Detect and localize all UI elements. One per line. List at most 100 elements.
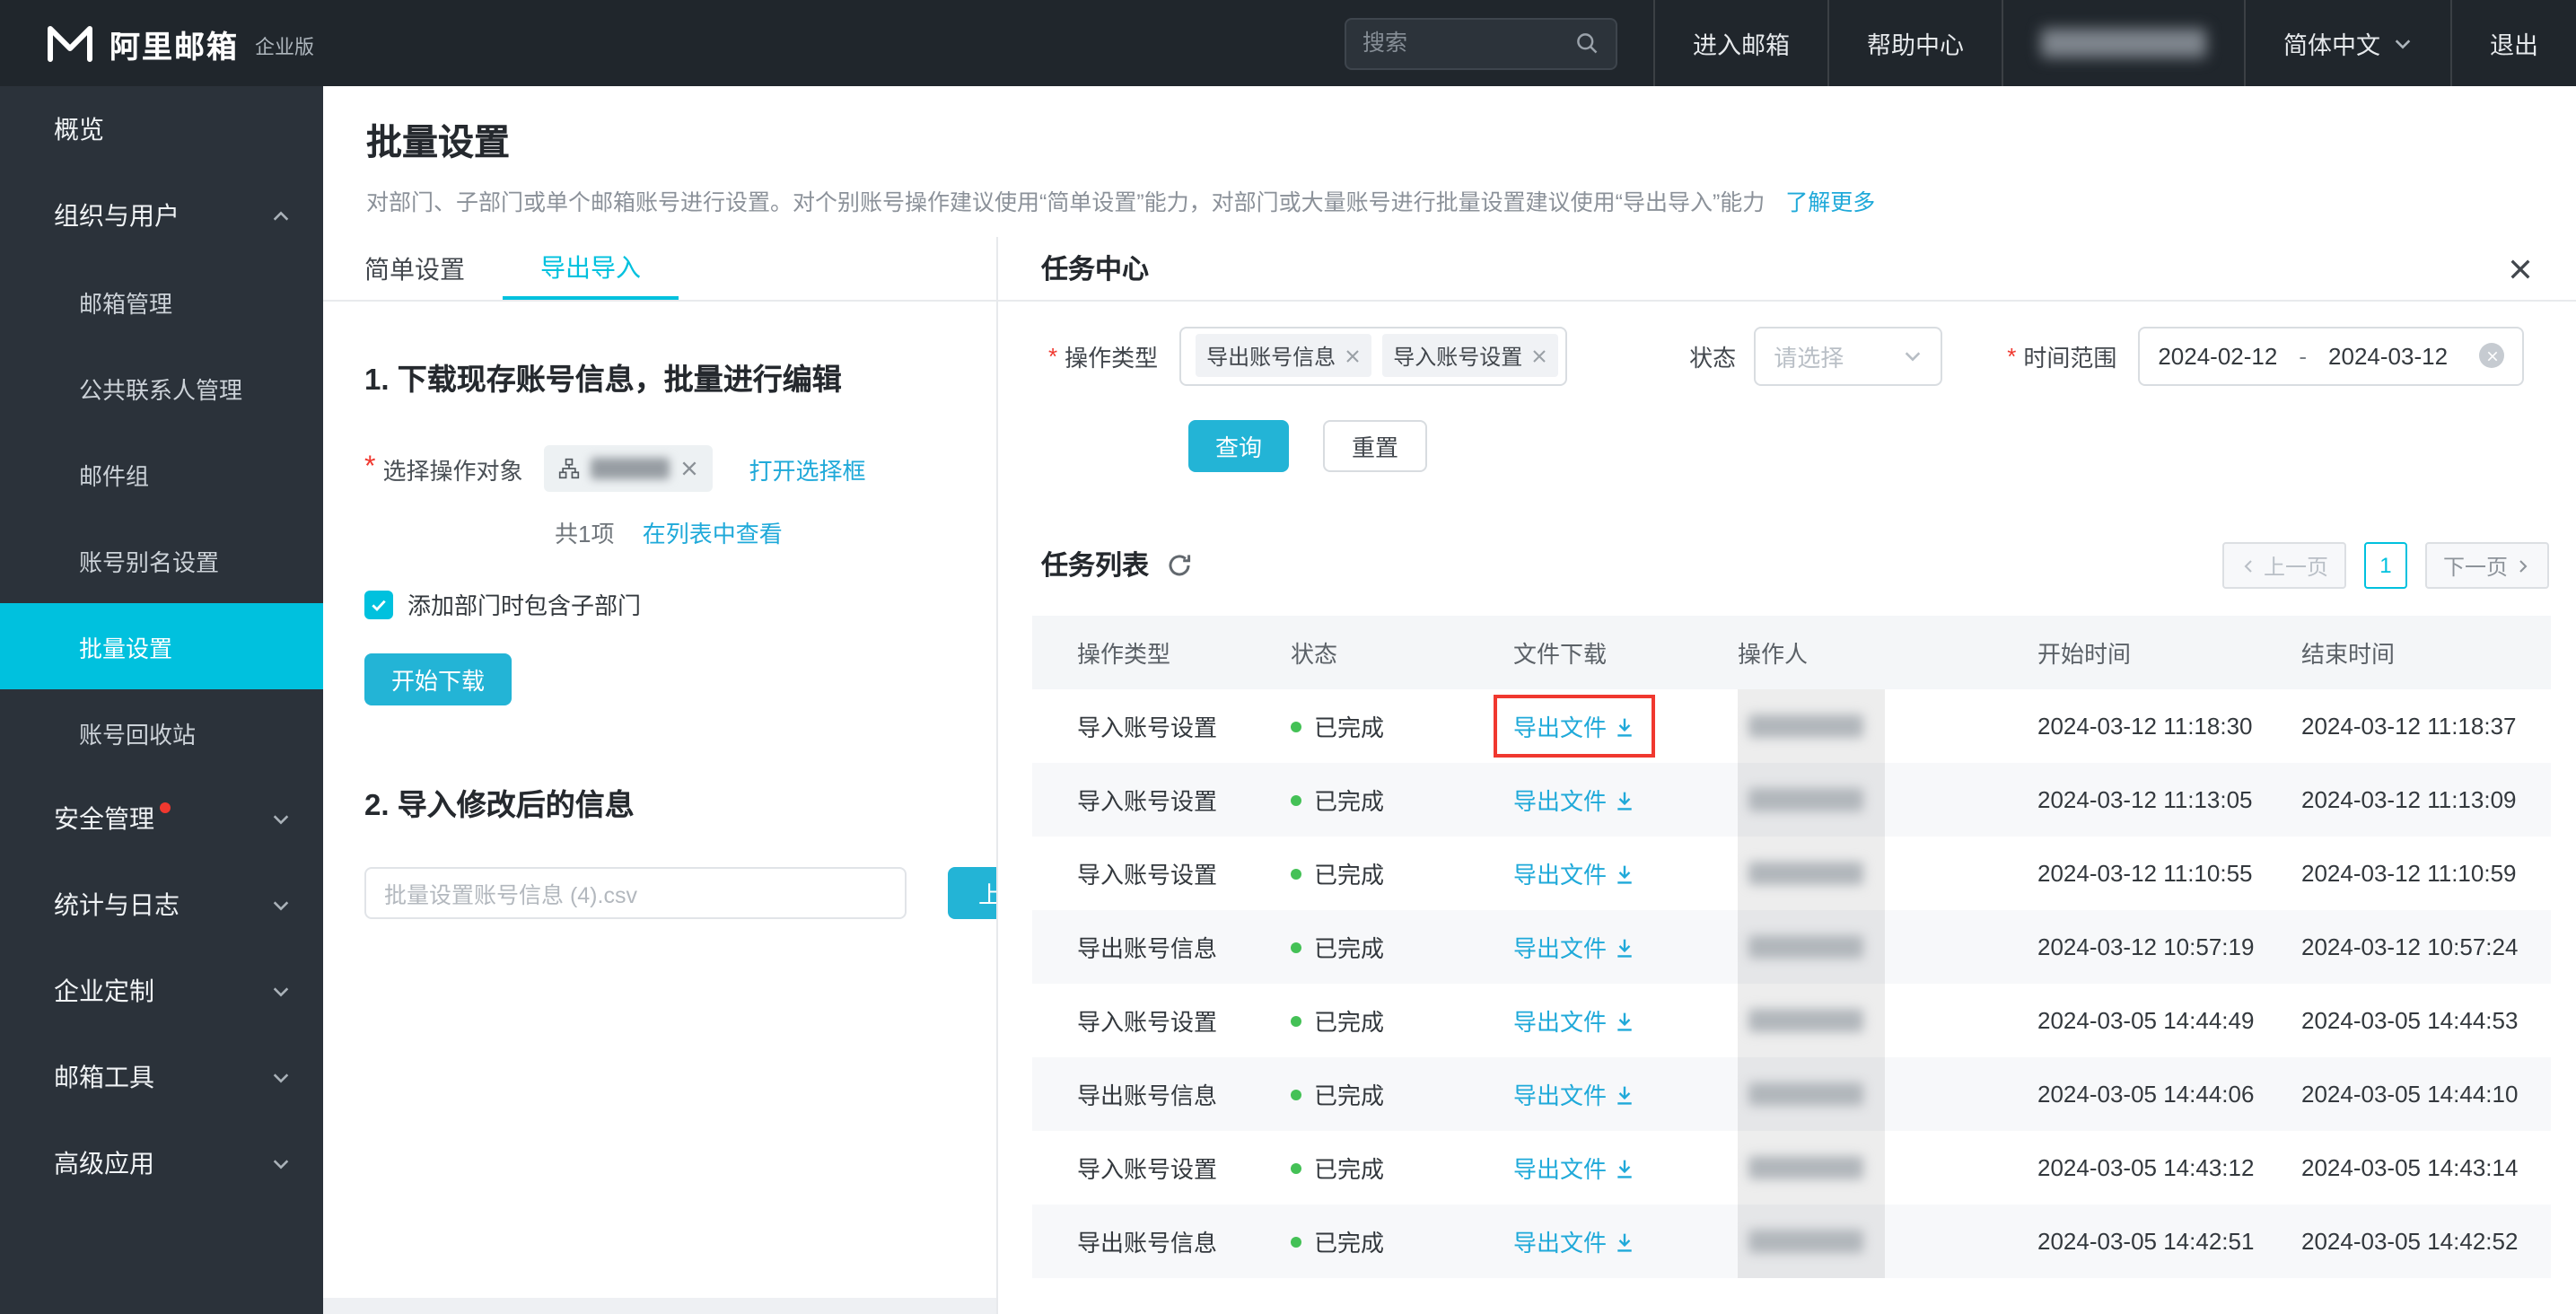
sidebar-item-mailbox-management[interactable]: 邮箱管理 [0, 258, 323, 345]
sidebar-item-alias-settings[interactable]: 账号别名设置 [0, 517, 323, 603]
operator-blurred [1748, 714, 1863, 738]
sidebar-group-enterprise-custom[interactable]: 企业定制 [0, 948, 323, 1034]
user-account-menu[interactable] [2002, 0, 2244, 86]
export-file-link[interactable]: 导出文件 [1494, 989, 1655, 1052]
table-row: 导出账号信息 已完成 导出文件 2024-03-12 10:57:19 2024… [1032, 910, 2551, 984]
next-page-button[interactable]: 下一页 [2425, 542, 2549, 589]
remove-tag-icon[interactable] [1345, 347, 1361, 364]
export-file-label: 导出文件 [1513, 1151, 1607, 1185]
refresh-icon[interactable] [1167, 552, 1192, 577]
enter-mailbox-link[interactable]: 进入邮箱 [1653, 0, 1827, 86]
file-name-input[interactable] [364, 867, 907, 919]
include-subdept-checkbox-row[interactable]: 添加部门时包含子部门 [364, 587, 641, 621]
download-icon [1614, 1010, 1635, 1031]
status-select[interactable]: 请选择 [1754, 326, 1942, 385]
status-label: 状态 [1689, 338, 1736, 372]
export-file-label: 导出文件 [1513, 1224, 1607, 1258]
sidebar-group-mail-tools[interactable]: 邮箱工具 [0, 1034, 323, 1120]
reset-button[interactable]: 重置 [1323, 420, 1427, 472]
query-button[interactable]: 查询 [1188, 420, 1289, 472]
clear-date-icon[interactable] [2479, 343, 2504, 368]
checkbox-checked-icon[interactable] [364, 590, 393, 618]
open-selector-link[interactable]: 打开选择框 [749, 451, 866, 486]
filter-tag[interactable]: 导入账号设置 [1382, 334, 1558, 377]
operator-cell [1738, 910, 2037, 984]
export-file-link[interactable]: 导出文件 [1494, 915, 1655, 978]
main-content: 批量设置 对部门、子部门或单个邮箱账号进行设置。对个别账号操作建议使用“简单设置… [323, 86, 2576, 1314]
help-center-label: 帮助中心 [1867, 25, 1964, 61]
operator-cell [1738, 689, 2037, 763]
learn-more-link[interactable]: 了解更多 [1785, 190, 1875, 215]
start-download-button[interactable]: 开始下载 [364, 653, 512, 705]
task-list-header: 任务列表 [1041, 546, 1192, 583]
remove-tag-icon[interactable] [1531, 347, 1547, 364]
export-file-link[interactable]: 导出文件 [1494, 695, 1655, 758]
task-end-time: 2024-03-05 14:44:10 [2301, 1057, 2551, 1131]
task-type: 导入账号设置 [1077, 984, 1291, 1057]
user-account-blurred [2041, 29, 2206, 57]
prev-page-button[interactable]: 上一页 [2222, 542, 2346, 589]
operator-band [1738, 689, 1885, 763]
search-icon [1574, 31, 1599, 56]
sidebar-group-org-users[interactable]: 组织与用户 [0, 172, 323, 258]
enter-mailbox-label: 进入邮箱 [1693, 25, 1790, 61]
sidebar-item-batch-settings[interactable]: 批量设置 [0, 603, 323, 689]
sidebar-group-advanced-apps[interactable]: 高级应用 [0, 1120, 323, 1206]
export-file-link[interactable]: 导出文件 [1494, 1136, 1655, 1199]
table-row: 导入账号设置 已完成 导出文件 2024-03-12 11:18:30 2024… [1032, 689, 2551, 763]
upload-button[interactable]: 上传 [948, 867, 996, 919]
tab-simple-settings[interactable]: 简单设置 [327, 237, 503, 300]
task-status: 已完成 [1291, 1131, 1513, 1204]
logout-button[interactable]: 退出 [2450, 0, 2576, 86]
view-in-list-link[interactable]: 在列表中查看 [643, 521, 783, 548]
language-selector[interactable]: 简体中文 [2244, 0, 2450, 86]
tab-export-import[interactable]: 导出导入 [503, 237, 679, 300]
task-status: 已完成 [1291, 984, 1513, 1057]
task-center-header: 任务中心 [998, 237, 2576, 302]
operator-band [1738, 984, 1885, 1057]
operator-blurred [1748, 788, 1863, 811]
topbar-search[interactable] [1345, 17, 1617, 69]
required-asterisk: * [2007, 342, 2016, 369]
download-icon [1614, 936, 1635, 958]
task-end-time: 2024-03-05 14:43:14 [2301, 1131, 2551, 1204]
chevron-left-icon [2240, 557, 2256, 574]
sidebar-item-label: 邮箱工具 [54, 1059, 154, 1095]
current-page-button[interactable]: 1 [2364, 542, 2407, 589]
sidebar-item-label: 概览 [54, 111, 104, 147]
required-asterisk: * [1048, 342, 1057, 369]
sidebar-item-label: 统计与日志 [54, 887, 180, 923]
export-file-label: 导出文件 [1513, 930, 1607, 964]
operator-cell [1738, 1131, 2037, 1204]
filter-tag[interactable]: 导出账号信息 [1196, 334, 1371, 377]
sidebar-group-stats-logs[interactable]: 统计与日志 [0, 862, 323, 948]
sidebar-item-account-recycle[interactable]: 账号回收站 [0, 689, 323, 775]
selected-target-chip[interactable] [545, 445, 714, 492]
sidebar-item-mail-groups[interactable]: 邮件组 [0, 431, 323, 517]
chevron-down-icon [2393, 33, 2413, 53]
task-center-panel: 任务中心 * 操作类型 导出账号信息 导入账号设置 状态 [996, 237, 2576, 1314]
export-file-link[interactable]: 导出文件 [1494, 1210, 1655, 1273]
task-status-label: 已完成 [1314, 1151, 1384, 1185]
x-icon [2485, 349, 2498, 362]
export-file-link[interactable]: 导出文件 [1494, 768, 1655, 831]
export-file-link[interactable]: 导出文件 [1494, 1063, 1655, 1126]
search-input[interactable] [1362, 31, 1574, 56]
help-center-link[interactable]: 帮助中心 [1827, 0, 2002, 86]
sidebar-item-label: 高级应用 [54, 1145, 154, 1181]
selection-count-row: 共1项 在列表中查看 [555, 515, 783, 549]
date-range-picker[interactable]: 2024-02-12 - 2024-03-12 [2138, 326, 2524, 385]
date-separator: - [2299, 342, 2307, 369]
download-icon [1614, 1231, 1635, 1252]
sidebar-item-public-contacts[interactable]: 公共联系人管理 [0, 345, 323, 431]
download-icon [1614, 789, 1635, 810]
export-file-link[interactable]: 导出文件 [1494, 842, 1655, 905]
file-download-cell: 导出文件 [1513, 689, 1738, 763]
task-type: 导入账号设置 [1077, 837, 1291, 910]
operation-type-multiselect[interactable]: 导出账号信息 导入账号设置 [1179, 326, 1567, 385]
operator-band [1738, 1131, 1885, 1204]
close-icon[interactable] [2508, 256, 2533, 281]
sidebar-group-security[interactable]: 安全管理 [0, 775, 323, 862]
sidebar-item-overview[interactable]: 概览 [0, 86, 323, 172]
remove-target-icon[interactable] [681, 460, 699, 477]
